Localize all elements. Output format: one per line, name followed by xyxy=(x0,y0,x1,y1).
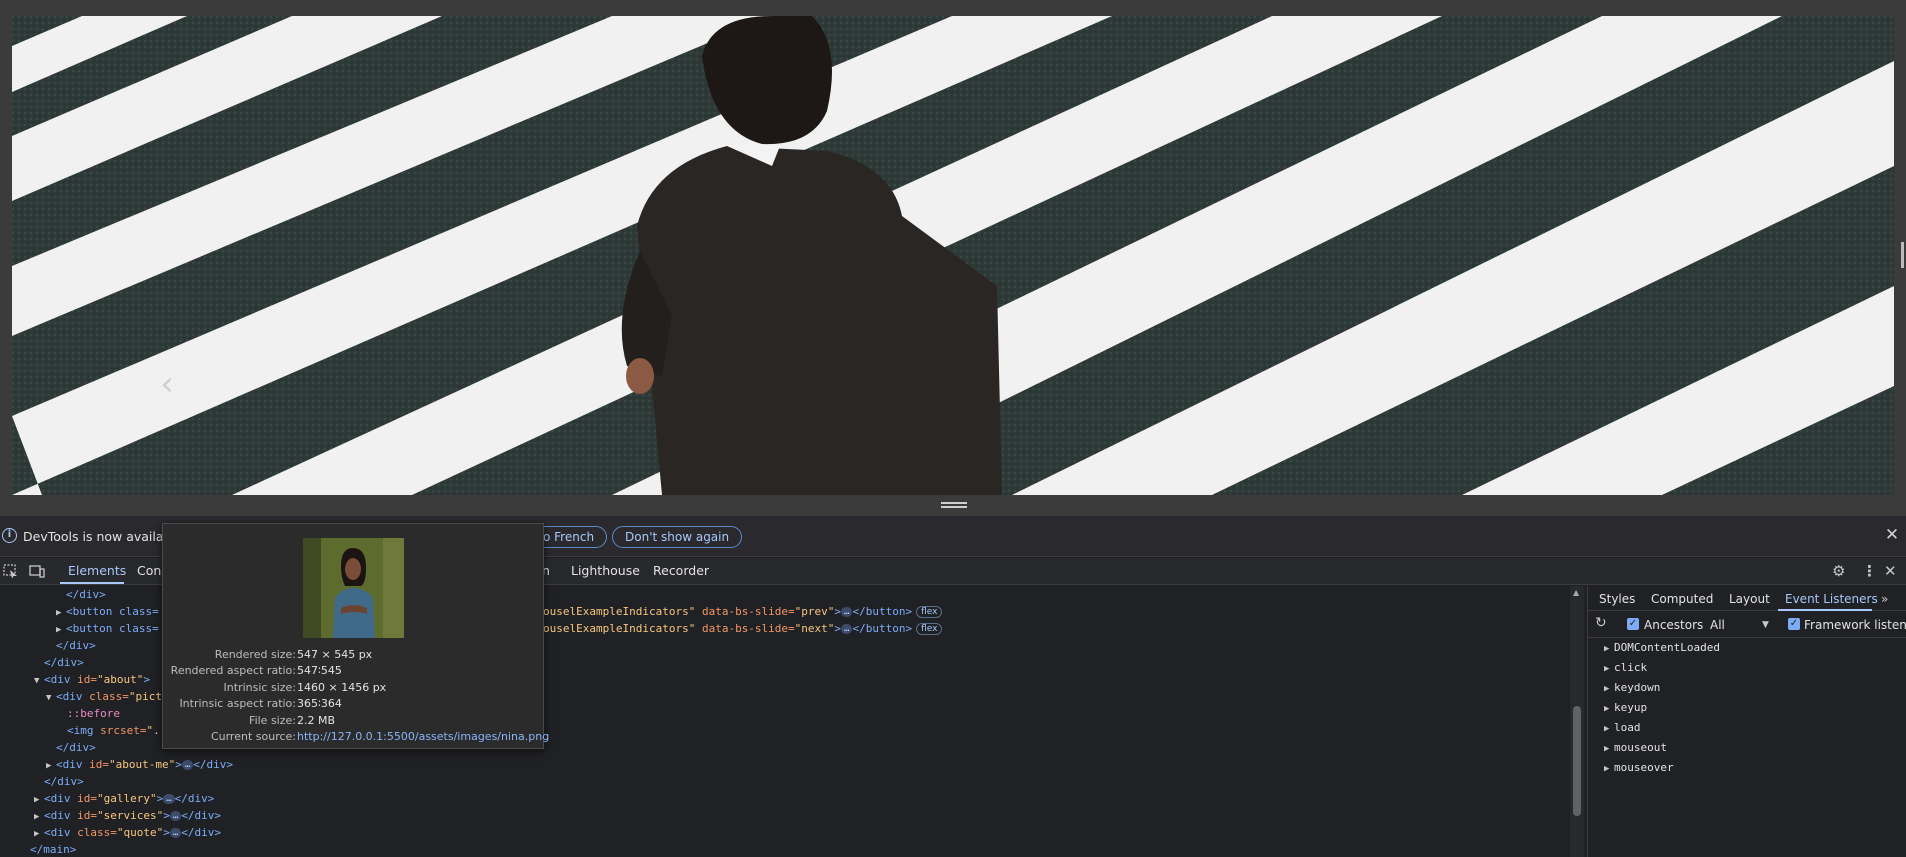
filter-select[interactable]: All xyxy=(1710,618,1725,632)
tree-line-button-prev[interactable]: ▶ <button class= xyxy=(56,603,159,620)
chevron-down-icon[interactable]: ▼ xyxy=(1762,620,1769,630)
tree-line-button-prev-rest: ouselExampleIndicators" data-bs-slide="p… xyxy=(543,603,943,620)
tree-line-button-next-rest: ouselExampleIndicators" data-bs-slide="n… xyxy=(543,620,943,637)
crosswalk-photo xyxy=(12,16,1894,495)
tree-line-div-quote[interactable]: ▶ <div class="quote">… </div> xyxy=(34,824,221,841)
close-icon[interactable]: ✕ xyxy=(1883,526,1901,544)
close-devtools-icon[interactable]: ✕ xyxy=(1884,562,1897,580)
tree-line-div-gallery[interactable]: ▶ <div id="gallery">… </div> xyxy=(34,790,214,807)
sidebar-pane: Styles Computed Layout Event Listeners »… xyxy=(1587,586,1906,857)
tab-layout[interactable]: Layout xyxy=(1729,592,1770,606)
info-icon: i xyxy=(2,528,17,543)
tree-line[interactable]: </div> xyxy=(66,586,106,603)
flex-badge[interactable]: flex xyxy=(916,623,943,635)
side-resize-handle[interactable] xyxy=(1901,242,1904,268)
tooltip-row: File size: 2.2 MB xyxy=(249,714,336,727)
tree-line[interactable]: </div> xyxy=(44,773,84,790)
ellipsis-badge[interactable]: … xyxy=(169,828,182,838)
event-item[interactable]: ▶ load xyxy=(1604,721,1641,734)
scrollbar-thumb[interactable] xyxy=(1573,706,1581,816)
tree-line-before[interactable]: ::before xyxy=(67,705,120,722)
image-preview-tooltip: Rendered size: 547 × 545 px Rendered aspe… xyxy=(162,523,550,749)
tree-line-img[interactable]: <img srcset=".. xyxy=(67,722,166,739)
tree-line-main-close[interactable]: </main> xyxy=(30,841,76,857)
tab-event-listeners[interactable]: Event Listeners xyxy=(1785,592,1878,606)
framework-listeners-checkbox[interactable]: ✓ xyxy=(1788,618,1800,630)
device-toolbar-icon[interactable] xyxy=(28,563,46,579)
tab-lighthouse[interactable]: Lighthouse xyxy=(571,563,640,578)
ellipsis-badge[interactable]: … xyxy=(163,794,175,804)
event-item[interactable]: ▶ keydown xyxy=(1604,681,1660,694)
more-options-icon[interactable]: ⋮ xyxy=(1862,562,1877,580)
image-thumbnail xyxy=(303,538,404,638)
inspect-element-icon[interactable] xyxy=(2,563,20,579)
ancestors-checkbox[interactable]: ✓ xyxy=(1627,618,1639,630)
sidebar-tabs: Styles Computed Layout Event Listeners » xyxy=(1588,586,1906,611)
tooltip-row: Current source: http://127.0.0.1:5500/ass… xyxy=(210,730,550,743)
tree-line-div-picture[interactable]: ▼ <div class="pictu xyxy=(46,688,169,705)
page-viewport: ‹ xyxy=(0,0,1906,515)
current-source-link[interactable]: http://127.0.0.1:5500/assets/images/nina… xyxy=(297,730,549,744)
ellipsis-badge[interactable]: … xyxy=(841,607,853,617)
active-tab-indicator xyxy=(1778,609,1872,611)
tree-line-div-services[interactable]: ▶ <div id="services">… </div> xyxy=(34,807,221,824)
tree-line[interactable]: </div> xyxy=(56,739,96,756)
flex-badge[interactable]: flex xyxy=(916,606,943,618)
event-item[interactable]: ▶ keyup xyxy=(1604,701,1647,714)
tooltip-row: Rendered size: 547 × 545 px xyxy=(214,648,373,661)
tree-line[interactable]: </div> xyxy=(44,654,84,671)
carousel-hero-image: ‹ xyxy=(12,16,1894,495)
tree-line-div-about-me[interactable]: ▶ <div id="about-me">… </div> xyxy=(46,756,233,773)
tab-elements[interactable]: Elements xyxy=(68,563,126,578)
tree-line-button-next[interactable]: ▶ <button class= xyxy=(56,620,159,637)
tree-line[interactable]: </div> xyxy=(56,637,96,654)
event-item[interactable]: ▶ click xyxy=(1604,661,1647,674)
event-item[interactable]: ▶ mouseover xyxy=(1604,761,1674,774)
event-item[interactable]: ▶ mouseout xyxy=(1604,741,1667,754)
event-filters: ↻ ✓ Ancestors All ▼ ✓ Framework listen..… xyxy=(1588,612,1906,638)
ellipsis-badge[interactable]: … xyxy=(181,760,194,770)
tree-line-div-about[interactable]: ▼ <div id="about"> xyxy=(34,671,150,688)
settings-gear-icon[interactable]: ⚙ xyxy=(1832,562,1845,580)
chevron-double-right-icon[interactable]: » xyxy=(1881,592,1888,606)
ancestors-label: Ancestors xyxy=(1644,618,1704,632)
resize-handle[interactable] xyxy=(941,501,967,509)
elements-scrollbar[interactable]: ▲ xyxy=(1570,586,1584,857)
active-tab-indicator xyxy=(60,582,124,584)
scroll-up-icon[interactable]: ▲ xyxy=(1573,588,1579,597)
tab-computed[interactable]: Computed xyxy=(1651,592,1713,606)
ellipsis-badge[interactable]: … xyxy=(841,624,853,634)
tooltip-row: Rendered aspect ratio: 547∶545 xyxy=(170,664,342,677)
framework-listeners-label: Framework listen... xyxy=(1804,618,1906,632)
tab-recorder[interactable]: Recorder xyxy=(653,563,709,578)
tooltip-row: Intrinsic aspect ratio: 365∶364 xyxy=(179,697,342,710)
dont-show-again-button[interactable]: Don't show again xyxy=(612,526,743,548)
tooltip-row: Intrinsic size: 1460 × 1456 px xyxy=(223,681,387,694)
carousel-prev-icon[interactable]: ‹ xyxy=(152,364,182,404)
ellipsis-badge[interactable]: … xyxy=(169,811,182,821)
event-item[interactable]: ▶ DOMContentLoaded xyxy=(1604,641,1720,654)
refresh-icon[interactable]: ↻ xyxy=(1595,615,1607,631)
tab-styles[interactable]: Styles xyxy=(1599,592,1635,606)
